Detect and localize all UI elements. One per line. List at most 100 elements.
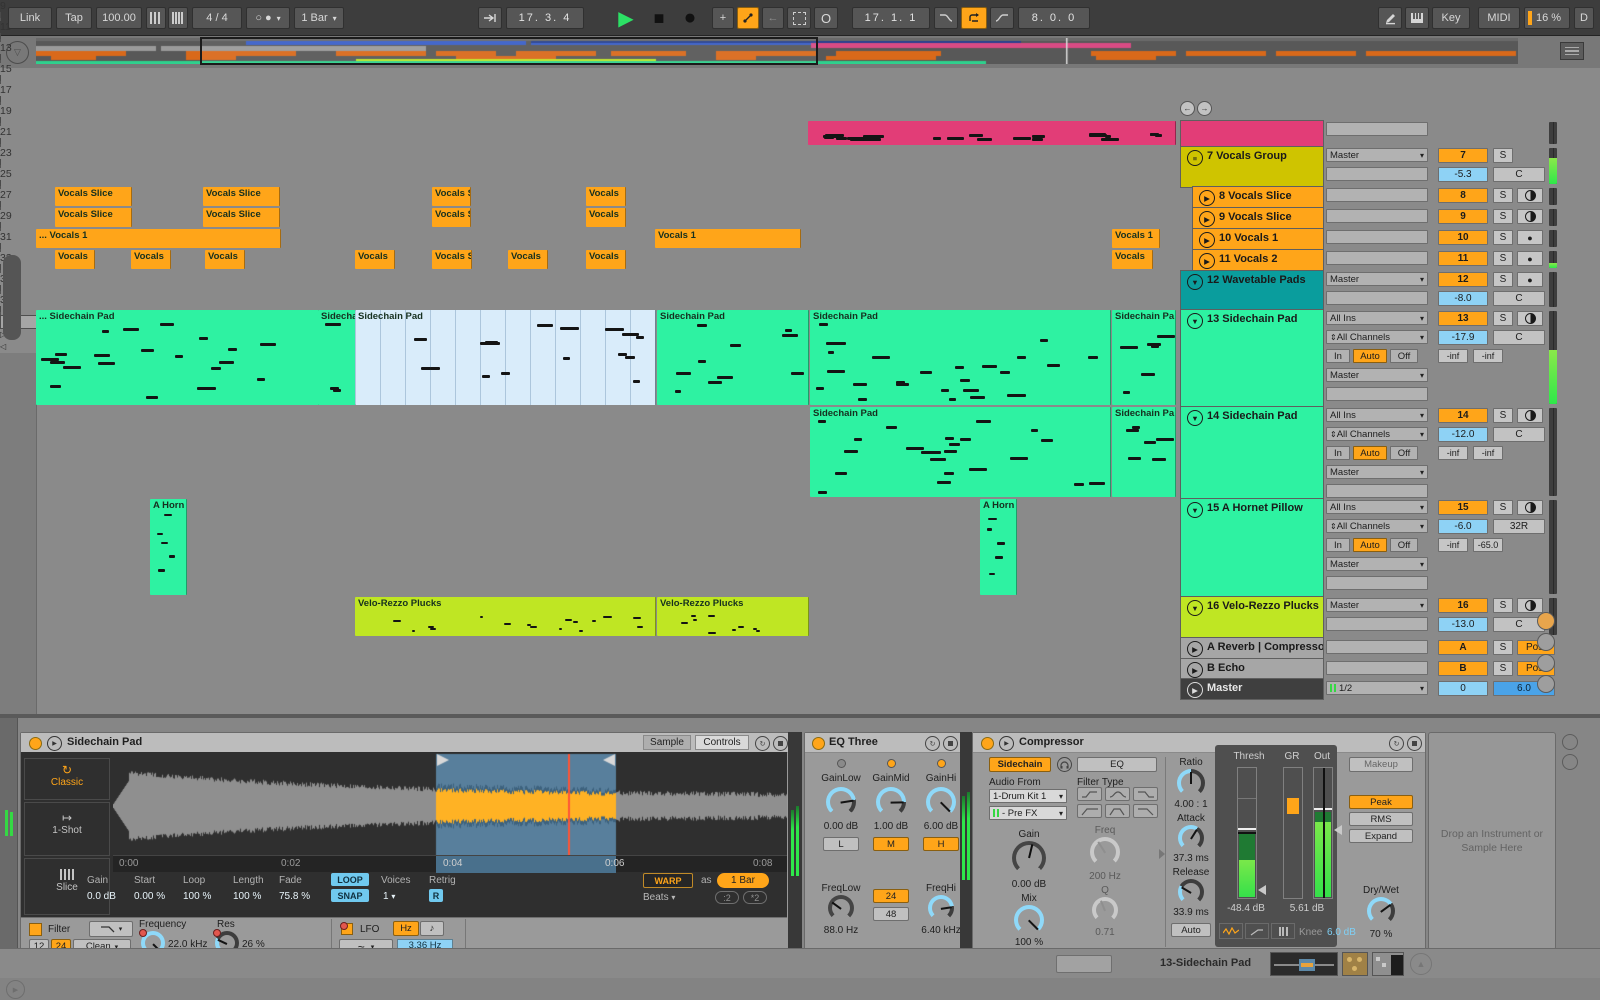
clip[interactable]: ... Vocals 1 [36, 229, 281, 248]
send-value[interactable]: -inf [1438, 538, 1468, 552]
monitor-off-button[interactable]: Off [1390, 349, 1418, 363]
slope-48-button[interactable]: 48 [873, 907, 909, 921]
io-selector[interactable]: ⇕ All Channels ▾ [1326, 330, 1428, 344]
clip[interactable]: Sidechain Pa [1112, 310, 1176, 405]
track-number[interactable]: 8 [1438, 188, 1488, 203]
sidechain-source-selector[interactable]: 1-Drum Kit 1 ▾ [989, 789, 1067, 803]
solo-button[interactable]: S [1493, 251, 1513, 266]
chain-minimap-simpler[interactable] [1270, 952, 1338, 976]
waveform-canvas[interactable] [113, 752, 787, 855]
unfold-play-icon[interactable]: ▶ [1199, 253, 1215, 269]
release-value[interactable]: 33.9 ms [1167, 907, 1215, 918]
lfo-hz-button[interactable]: Hz [393, 921, 419, 936]
warp-length-button[interactable]: 1 Bar [717, 873, 769, 888]
track-name[interactable]: 12 Wavetable Pads [1207, 274, 1306, 286]
clip[interactable]: Vocals [586, 250, 626, 269]
track-header[interactable]: ▶ 9 Vocals Slice [1192, 207, 1324, 230]
release-knob[interactable] [1178, 879, 1204, 905]
mode-classic[interactable]: ↻ Classic [24, 758, 110, 800]
hot-swap-icon[interactable]: ↻ [1389, 736, 1404, 751]
return-number[interactable]: A [1438, 640, 1488, 655]
track-header[interactable]: ▶ 11 Vocals 2 [1192, 249, 1324, 272]
clip[interactable]: Vocals Slice [203, 208, 280, 227]
snap-toggle[interactable]: SNAP [331, 889, 369, 902]
clip[interactable]: Vocals Slice [203, 187, 280, 206]
return-track-name[interactable]: B Echo [1207, 662, 1245, 674]
solo-button[interactable]: S [1493, 230, 1513, 245]
mode-slice[interactable]: Slice [24, 858, 110, 915]
clip[interactable]: Vocals Slice [55, 208, 132, 227]
freqhi-knob[interactable] [928, 895, 954, 921]
return-track-header[interactable]: ▶ B Echo [1180, 658, 1324, 680]
device-on-toggle[interactable] [29, 737, 42, 750]
eq-gain-knob[interactable] [926, 787, 956, 817]
volume-value[interactable]: -5.3 [1438, 167, 1488, 182]
set-back-button[interactable]: ← [1180, 101, 1195, 116]
warp-half-button[interactable]: :2 [715, 891, 739, 904]
track-name[interactable]: 13 Sidechain Pad [1207, 313, 1297, 325]
band-led[interactable] [937, 759, 946, 768]
track-number[interactable]: 15 [1438, 500, 1488, 515]
filter-shape-button-2[interactable] [1105, 787, 1130, 801]
monitor-off-button[interactable]: Off [1390, 446, 1418, 460]
solo-button[interactable]: S [1493, 500, 1513, 515]
chain-minimap-comp[interactable] [1372, 952, 1404, 976]
fold-arrow-icon[interactable]: ▼ [1187, 502, 1203, 518]
retrig-toggle[interactable]: R [429, 889, 443, 902]
bar-ruler-label[interactable]: 13 [0, 42, 1600, 54]
sample-loop-region[interactable] [436, 856, 616, 873]
monitor-in-button[interactable]: In [1326, 349, 1350, 363]
simpler-preview-button[interactable]: ▶ [47, 736, 62, 751]
mixer-section-toggle-io[interactable] [1537, 612, 1555, 630]
threshold-handle[interactable] [1258, 885, 1266, 895]
sidechain-freq-knob[interactable] [1090, 837, 1120, 867]
bar-ruler-label[interactable]: 9 [0, 0, 1600, 12]
tab-controls[interactable]: Controls [695, 735, 749, 750]
solo-button[interactable]: S [1493, 272, 1513, 287]
solo-button[interactable]: S [1493, 209, 1513, 224]
track-number[interactable]: 11 [1438, 251, 1488, 266]
display-mode-activity[interactable] [1219, 923, 1243, 939]
clip[interactable]: Vocals [131, 250, 171, 269]
return-number[interactable]: B [1438, 661, 1488, 676]
filter-shape-button-5[interactable] [1105, 804, 1130, 818]
fold-arrow-icon[interactable]: ▼ [1187, 313, 1203, 329]
filter-shape-button-4[interactable] [1077, 804, 1102, 818]
attack-knob[interactable] [1178, 825, 1204, 851]
filter-toggle[interactable] [29, 923, 42, 936]
bar-ruler-label[interactable]: 11 [0, 21, 1600, 33]
device-scroll-down[interactable] [1562, 754, 1578, 770]
clip[interactable]: Sidechain Pa [1112, 407, 1176, 497]
solo-button[interactable]: S [1493, 148, 1513, 163]
band-kill-button[interactable]: L [823, 837, 859, 851]
mixer-section-toggle-mixer[interactable] [1537, 675, 1555, 693]
track-header[interactable]: ▼ 15 A Hornet Pillow [1180, 498, 1324, 598]
hot-swap-target-icon[interactable]: ▲ [1410, 953, 1432, 975]
io-selector[interactable]: Master ▾ [1326, 557, 1428, 571]
warp-button[interactable]: WARP [643, 873, 693, 888]
send-value[interactable]: -inf [1438, 446, 1468, 460]
warp-double-button[interactable]: *2 [743, 891, 767, 904]
io-selector[interactable]: All Ins ▾ [1326, 408, 1428, 422]
filter-shape-button-3[interactable] [1133, 787, 1158, 801]
ratio-value[interactable]: 4.00 : 1 [1167, 799, 1215, 810]
clip[interactable]: A Horn [150, 499, 187, 595]
send-value[interactable]: -inf [1473, 446, 1503, 460]
device-scroll-up[interactable] [1562, 734, 1578, 750]
track-name[interactable]: 10 Vocals 1 [1219, 232, 1278, 244]
send-value[interactable]: -inf [1438, 349, 1468, 363]
arm-button[interactable]: ● [1517, 230, 1543, 245]
unfold-play-icon[interactable]: ▶ [1199, 211, 1215, 227]
track-name[interactable]: 9 Vocals Slice [1219, 211, 1292, 223]
output-meter[interactable] [1313, 767, 1333, 899]
bar-ruler-label[interactable]: 15 [0, 63, 1600, 75]
clip[interactable]: A Horn [980, 499, 1017, 595]
arm-button[interactable] [1517, 408, 1543, 423]
display-mode-meters[interactable] [1271, 923, 1295, 939]
clip[interactable]: Vocals S [432, 250, 472, 269]
track-name[interactable]: 8 Vocals Slice [1219, 190, 1292, 202]
track-header[interactable]: ≡ 7 Vocals Group [1180, 146, 1324, 188]
display-mode-curve[interactable] [1245, 923, 1269, 939]
filter-shape-button-6[interactable] [1133, 804, 1158, 818]
clip[interactable]: Vocals 1 [655, 229, 801, 248]
